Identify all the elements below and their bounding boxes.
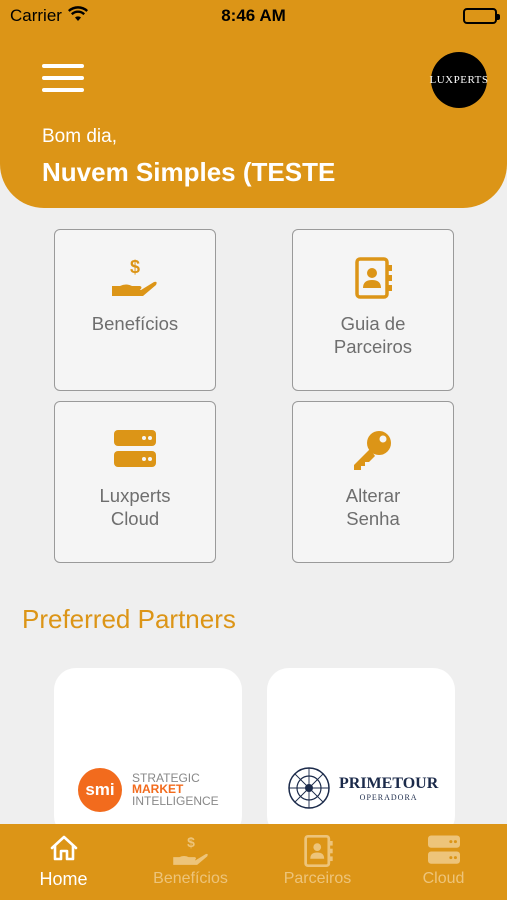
menu-line: [42, 88, 84, 92]
hand-dollar-icon: $: [127, 834, 254, 868]
tile-label: Alterar Senha: [345, 485, 401, 529]
tile-label: Guia de Parceiros: [333, 313, 413, 357]
smi-circle: smi: [78, 768, 122, 812]
tile-label: Benefícios: [91, 313, 179, 334]
tab-home[interactable]: Home: [0, 824, 127, 900]
tab-label: Benefícios: [153, 870, 228, 887]
smi-line-3: INTELLIGENCE: [132, 793, 219, 808]
home-icon: [0, 834, 127, 868]
hand-dollar-icon: $: [55, 256, 215, 300]
tab-label: Home: [39, 869, 88, 889]
svg-text:$: $: [187, 834, 195, 850]
tile-guia-parceiros[interactable]: Guia de Parceiros: [292, 229, 454, 391]
server-icon: [55, 428, 215, 472]
tab-label: Cloud: [422, 870, 465, 887]
preferred-partners-heading: Preferred Partners: [22, 604, 236, 634]
luxperts-logo[interactable]: LUXPERTS: [430, 52, 488, 108]
tile-label: Luxperts Cloud: [99, 485, 171, 529]
contact-book-icon: [293, 256, 453, 300]
tab-cloud[interactable]: Cloud: [380, 824, 507, 900]
svg-text:$: $: [130, 257, 140, 277]
hamburger-menu-button[interactable]: [42, 64, 84, 92]
key-icon: [293, 428, 453, 472]
smi-logo: smi STRATEGIC MARKET INTELLIGENCE: [78, 768, 219, 812]
battery-icon: [463, 8, 500, 24]
tile-beneficios[interactable]: $ Benefícios: [54, 229, 216, 391]
contact-book-icon: [254, 834, 381, 868]
partner-card-primetour[interactable]: PRIMETOUR OPERADORA: [267, 668, 455, 838]
user-name: Nuvem Simples (TESTE: [42, 157, 336, 187]
menu-line: [42, 76, 84, 80]
menu-line: [42, 64, 84, 68]
bottom-tab-bar: Home $ Benefícios Parceiros Cloud: [0, 824, 507, 900]
primetour-subtitle: OPERADORA: [359, 792, 418, 802]
tab-beneficios[interactable]: $ Benefícios: [127, 824, 254, 900]
primetour-logo: PRIMETOUR OPERADORA: [287, 766, 438, 810]
primetour-name: PRIMETOUR: [339, 774, 439, 792]
partner-card-smi[interactable]: smi STRATEGIC MARKET INTELLIGENCE: [54, 668, 242, 838]
tile-alterar-senha[interactable]: Alterar Senha: [292, 401, 454, 563]
clock: 8:46 AM: [221, 6, 286, 25]
greeting-text: Bom dia,: [42, 126, 117, 147]
status-bar: Carrier 8:46 AM: [0, 0, 507, 32]
primetour-emblem-icon: [288, 767, 330, 809]
tab-label: Parceiros: [283, 870, 352, 887]
tab-parceiros[interactable]: Parceiros: [254, 824, 381, 900]
server-icon: [380, 834, 507, 868]
tile-luxperts-cloud[interactable]: Luxperts Cloud: [54, 401, 216, 563]
